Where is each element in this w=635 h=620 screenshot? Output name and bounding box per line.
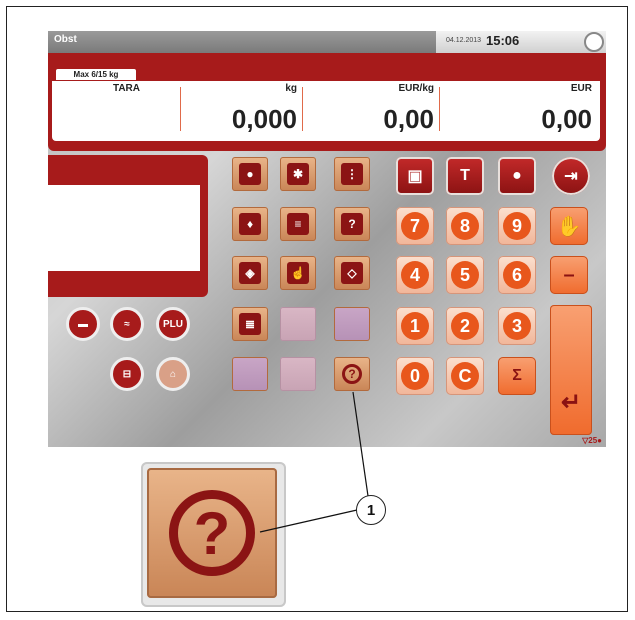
question-box-icon: ?	[341, 213, 363, 235]
key-3[interactable]: 3	[498, 307, 536, 345]
key-9[interactable]: 9	[498, 207, 536, 245]
help-icon: ?	[342, 364, 362, 384]
date-label: 04.12.2013	[446, 37, 482, 44]
register-icon: ≣	[239, 313, 261, 335]
package-tile[interactable]: ◈	[232, 256, 268, 290]
exit-door-icon: ⇥	[564, 168, 578, 185]
key-2[interactable]: 2	[446, 307, 484, 345]
plu-button[interactable]: PLU	[156, 307, 190, 341]
stop-button[interactable]: ✋	[550, 207, 588, 245]
settings-tile[interactable]: ✱	[280, 157, 316, 191]
person-icon: ●	[512, 167, 522, 184]
total-cell: EUR 0,00	[440, 81, 596, 137]
scroll-box-tile[interactable]: ◇	[334, 256, 370, 290]
scroll-box-icon: ◇	[341, 262, 363, 284]
tree-tile[interactable]: ⋮	[334, 157, 370, 191]
app-title: Obst	[54, 34, 77, 45]
cart-button[interactable]: ⊟	[110, 357, 144, 391]
key-0[interactable]: 0	[396, 357, 434, 395]
top-bar: Obst 04.12.2013 15:06	[48, 31, 606, 53]
total-unit: EUR	[570, 83, 592, 94]
register-tile[interactable]: ≣	[232, 307, 268, 341]
report-icon: ≡	[287, 213, 309, 235]
article-display[interactable]	[48, 185, 200, 271]
exit-button[interactable]: ⇥	[552, 157, 590, 195]
operator-button[interactable]: ●	[498, 157, 536, 195]
max-capacity-label: Max 6/15 kg	[56, 69, 136, 80]
help-button-zoom: ?	[141, 462, 286, 607]
time-label: 15:06	[486, 33, 520, 48]
weight-unit: kg	[285, 83, 297, 94]
enter-button[interactable]: ↵	[550, 305, 592, 435]
tara-cell[interactable]: TARA	[52, 81, 180, 137]
empty-tile	[280, 357, 316, 391]
status-counter: ▽25●	[582, 436, 602, 445]
people-icon: ●	[597, 436, 602, 445]
help-button-enlarged: ?	[147, 468, 277, 598]
report-tile[interactable]: ≡	[280, 207, 316, 241]
total-value: 0,00	[541, 104, 592, 134]
lock-button[interactable]: ▣	[396, 157, 434, 195]
receipt-button[interactable]: ≈	[110, 307, 144, 341]
datetime-area: 04.12.2013 15:06	[436, 31, 606, 53]
key-1[interactable]: 1	[396, 307, 434, 345]
article-panel	[48, 155, 208, 297]
globe-icon[interactable]	[584, 32, 604, 52]
key-8[interactable]: 8	[446, 207, 484, 245]
tara-label: TARA	[112, 83, 140, 94]
empty-tile	[334, 307, 370, 341]
weighing-panel: Max 6/15 kg TARA kg 0,000 EUR/kg 0,00 EU…	[48, 53, 606, 151]
key-clear[interactable]: C	[446, 357, 484, 395]
empty-tile	[232, 357, 268, 391]
touch-tile[interactable]: ☝	[280, 256, 316, 290]
hand-touch-icon: ☝	[287, 262, 309, 284]
key-7[interactable]: 7	[396, 207, 434, 245]
tree-icon: ⋮	[341, 163, 363, 185]
empty-tile	[280, 307, 316, 341]
key-4[interactable]: 4	[396, 256, 434, 294]
home-button[interactable]: ⌂	[156, 357, 190, 391]
lock-icon: ▣	[407, 168, 423, 185]
minus-button[interactable]: –	[550, 256, 588, 294]
tare-weight-icon: T	[460, 167, 470, 184]
user-icon: ●	[239, 163, 261, 185]
help-icon-large: ?	[169, 490, 255, 576]
user-tile[interactable]: ●	[232, 157, 268, 191]
scale-screen: Obst 04.12.2013 15:06 Max 6/15 kg TARA k…	[48, 31, 606, 447]
tare-button[interactable]: T	[446, 157, 484, 195]
unknown-item-tile[interactable]: ?	[334, 207, 370, 241]
weighing-display: TARA kg 0,000 EUR/kg 0,00 EUR 0,00	[52, 81, 600, 141]
package-icon: ◈	[239, 262, 261, 284]
price-unit: EUR/kg	[398, 83, 434, 94]
hand-stop-icon: ✋	[556, 215, 582, 238]
drops-icon: ♦	[239, 213, 261, 235]
gears-icon: ✱	[287, 163, 309, 185]
help-tile[interactable]: ?	[334, 357, 370, 391]
weight-value: 0,000	[231, 104, 297, 134]
price-cell: EUR/kg 0,00	[303, 81, 438, 137]
sum-button[interactable]: Σ	[498, 357, 536, 395]
price-value: 0,00	[383, 104, 434, 134]
drops-tile[interactable]: ♦	[232, 207, 268, 241]
key-5[interactable]: 5	[446, 256, 484, 294]
callout-number: 1	[356, 495, 386, 525]
print-button[interactable]: ▬	[66, 307, 100, 341]
weight-cell: kg 0,000	[181, 81, 301, 137]
key-6[interactable]: 6	[498, 256, 536, 294]
